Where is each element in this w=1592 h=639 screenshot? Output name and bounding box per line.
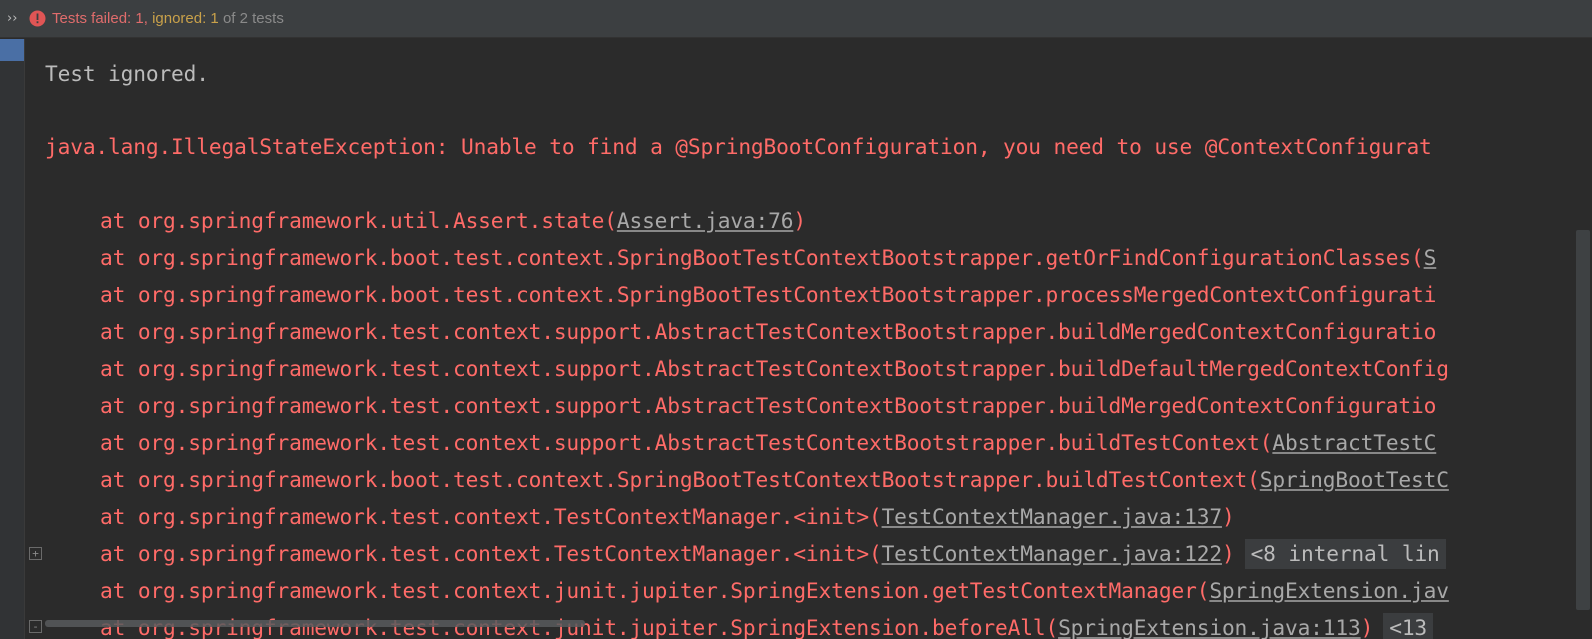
tests-ignored-count: ignored: 1 [152,10,219,27]
source-link[interactable]: AbstractTestC [1272,430,1436,455]
stack-frame: at org.springframework.test.context.Test… [100,539,1446,569]
test-status-bar: ›› Tests failed: 1, ignored: 1 of 2 test… [0,0,1592,38]
internal-lines-fold[interactable]: <8 internal lin [1244,539,1446,569]
stack-frame: at org.springframework.util.Assert.state… [100,206,806,236]
stack-frame-method: at org.springframework.test.context.Test… [100,541,882,566]
stack-frame-close: ) [793,208,806,233]
internal-lines-fold[interactable]: <13 [1383,613,1434,639]
test-summary: Tests failed: 1, ignored: 1 of 2 tests [52,0,284,38]
console-output[interactable]: Test ignored. java.lang.IllegalStateExce… [26,39,1550,639]
test-ignored-message: Test ignored. [45,61,209,86]
source-link[interactable]: SpringExtension.jav [1209,578,1449,603]
source-link[interactable]: SpringBootTestC [1260,467,1449,492]
stack-frame-close: ) [1360,615,1374,639]
stack-frame-method: at org.springframework.test.context.supp… [100,393,1437,418]
stack-frame-close: ) [1221,541,1235,566]
stack-frame: at org.springframework.test.context.supp… [100,354,1449,384]
source-link[interactable]: Assert.java:76 [617,208,794,233]
stack-frame-method: at org.springframework.boot.test.context… [100,282,1437,307]
stack-frame-method: at org.springframework.boot.test.context… [100,467,1260,492]
stack-frame: at org.springframework.test.context.Test… [100,502,1235,532]
stack-frame: at org.springframework.test.context.supp… [100,428,1436,458]
stack-frame-method: at org.springframework.test.context.supp… [100,356,1449,381]
source-link[interactable]: SpringExtension.java:113 [1058,615,1361,639]
stack-frame: at org.springframework.test.context.supp… [100,391,1436,421]
stack-frame-method: at org.springframework.test.context.supp… [100,319,1437,344]
error-circle-icon [29,10,46,27]
exception-message: java.lang.IllegalStateException: Unable … [45,134,1432,159]
source-link[interactable]: TestContextManager.java:137 [882,504,1223,529]
run-console-window: ›› Tests failed: 1, ignored: 1 of 2 test… [0,0,1592,639]
stack-frame-method: at org.springframework.test.context.Test… [100,504,882,529]
stack-frame-method: at org.springframework.test.context.juni… [100,615,1059,639]
stack-frame: at org.springframework.boot.test.context… [100,280,1436,310]
stack-frame-method: at org.springframework.test.context.juni… [100,578,1210,603]
double-chevron-right-icon[interactable]: ›› [7,10,23,28]
tests-total: of 2 tests [218,10,284,27]
horizontal-scrollbar[interactable] [45,620,585,627]
console-gutter [0,39,25,639]
stack-frame-method: at org.springframework.boot.test.context… [100,245,1424,270]
source-link[interactable]: S [1424,245,1437,270]
status-separator: , [143,10,153,27]
vertical-scrollbar[interactable] [1576,230,1590,610]
stack-frame-method: at org.springframework.util.Assert.state… [100,208,617,233]
gutter-marker [0,39,24,61]
stack-frame-close: ) [1221,504,1235,529]
stack-frame: at org.springframework.boot.test.context… [100,243,1436,273]
stack-frame: at org.springframework.test.context.supp… [100,317,1436,347]
stack-frame: at org.springframework.test.context.juni… [100,576,1449,606]
stack-frame: at org.springframework.boot.test.context… [100,465,1449,495]
source-link[interactable]: TestContextManager.java:122 [882,541,1223,566]
tests-failed-count: Tests failed: 1 [52,10,144,27]
stack-frame-method: at org.springframework.test.context.supp… [100,430,1273,455]
